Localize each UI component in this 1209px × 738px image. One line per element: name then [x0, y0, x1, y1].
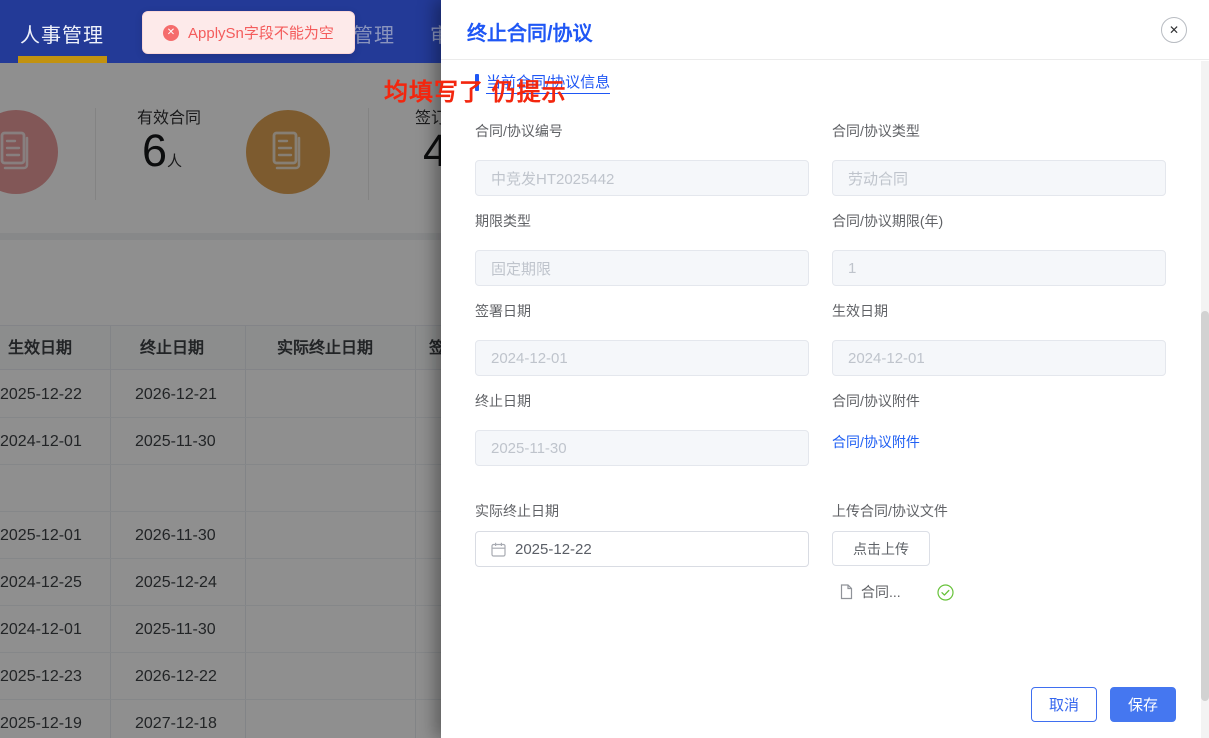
contract-no-label: 合同/协议编号 — [475, 123, 563, 139]
term-type-label: 期限类型 — [475, 213, 531, 229]
document-icon — [840, 584, 853, 600]
term-years-input: 1 — [832, 250, 1166, 286]
nav-item-hr-management[interactable]: 人事管理 — [20, 19, 104, 48]
sign-date-label: 签署日期 — [475, 303, 531, 319]
attachment-link[interactable]: 合同/协议附件 — [832, 432, 920, 452]
error-toast: ✕ ApplySn字段不能为空 — [142, 11, 355, 54]
error-toast-message: ApplySn字段不能为空 — [188, 25, 334, 42]
drawer-header: 终止合同/协议 ✕ — [441, 0, 1209, 60]
effective-date-input: 2024-12-01 — [832, 340, 1166, 376]
upload-success-check-icon — [937, 583, 954, 601]
contract-no-input: 中竞发HT2025442 — [475, 160, 809, 196]
actual-end-date-label: 实际终止日期 — [475, 503, 559, 519]
drawer-title: 终止合同/协议 — [467, 23, 593, 45]
actual-end-date-value: 2025-12-22 — [515, 540, 592, 558]
calendar-icon — [491, 542, 506, 557]
active-tab-underline — [18, 56, 107, 63]
nav-item-partial-management[interactable]: 管理 — [353, 19, 395, 48]
terminate-contract-drawer: 终止合同/协议 ✕ 当前合同/协议信息 合同/协议编号 中竞发HT2025442… — [441, 0, 1209, 738]
effective-date-label: 生效日期 — [832, 303, 888, 319]
end-date-input: 2025-11-30 — [475, 430, 809, 466]
error-circle-icon: ✕ — [163, 24, 179, 41]
actual-end-date-input[interactable]: 2025-12-22 — [475, 531, 809, 567]
uploaded-file-item[interactable]: 合同... — [840, 582, 954, 602]
sign-date-input: 2024-12-01 — [475, 340, 809, 376]
upload-label: 上传合同/协议文件 — [832, 503, 948, 519]
end-date-label: 终止日期 — [475, 393, 531, 409]
attachment-label: 合同/协议附件 — [832, 393, 920, 409]
contract-type-label: 合同/协议类型 — [832, 123, 920, 139]
save-button[interactable]: 保存 — [1110, 687, 1176, 722]
drawer-scrollbar-thumb[interactable] — [1201, 311, 1209, 701]
cancel-button[interactable]: 取消 — [1031, 687, 1097, 722]
uploaded-file-name: 合同... — [861, 584, 901, 600]
hand-annotation: 均填写了 仍提示 — [384, 79, 567, 106]
term-years-label: 合同/协议期限(年) — [832, 213, 944, 229]
drawer-scrollbar-track[interactable] — [1201, 61, 1209, 738]
term-type-input: 固定期限 — [475, 250, 809, 286]
upload-button[interactable]: 点击上传 — [832, 531, 930, 566]
close-icon[interactable]: ✕ — [1161, 17, 1187, 43]
contract-type-input: 劳动合同 — [832, 160, 1166, 196]
